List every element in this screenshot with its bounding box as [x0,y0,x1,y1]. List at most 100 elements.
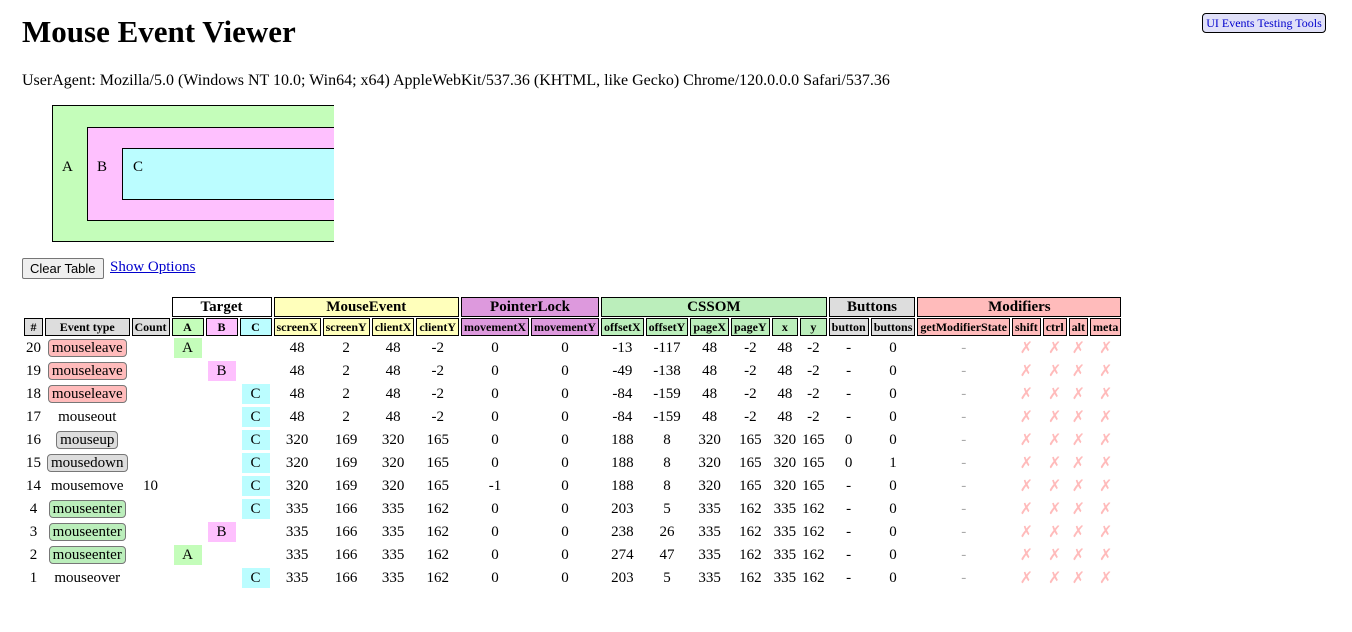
target-marker-c: C [241,499,270,519]
group-header-modifiers: Modifiers [917,297,1122,317]
value-offsety: -159 [653,408,681,425]
modifier-alt: ✗ [1069,544,1088,566]
event-type: mouseup [45,429,130,451]
ui-events-tools-link[interactable]: UI Events Testing Tools [1202,13,1326,33]
modifier-alt: ✗ [1069,498,1088,520]
event-count [132,383,170,405]
group-header-target: Target [171,297,272,317]
value-offsety: 5 [663,569,671,586]
column-header-getmodifierstate: getModifierState [917,318,1011,336]
target-a [172,360,204,382]
value-pagey: 162 [739,500,762,517]
event-number: 3 [29,523,38,540]
value-screeny: 2 [342,362,350,379]
value-buttons: 0 [889,500,897,517]
target-a [172,521,204,543]
modifier-meta: ✗ [1090,498,1121,520]
value-movementx: 0 [491,454,499,471]
event-number: 16 [26,431,41,448]
value-buttons: 0 [889,408,897,425]
target-marker-c: C [241,407,270,427]
modifier-alt: ✗ [1069,337,1088,359]
table-row: 18 mouseleave C 48 2 48 -2 0 0 -84 -159 48 -2 48 -2 - 0 -… [24,383,1121,405]
target-marker-a: A [173,338,202,358]
value-offsety: 47 [659,546,675,563]
meta-x-icon: ✗ [1098,407,1113,426]
meta-x-icon: ✗ [1098,568,1113,587]
value-button: - [846,523,852,540]
modifier-ctrl: ✗ [1043,383,1067,405]
target-marker-c: C [241,476,270,496]
group-header-blank [24,297,170,317]
event-count [132,544,170,566]
value-y: -2 [807,339,820,356]
value-button: - [846,500,852,517]
value-offsetx: 238 [611,523,634,540]
clear-table-button[interactable]: Clear Table [22,258,104,279]
value-y: 165 [802,454,825,471]
column-header-offsety: offsetY [645,318,689,336]
value-movementx: 0 [491,569,499,586]
modifier-ctrl: ✗ [1043,429,1067,451]
column-header-row: # Event type Count A B CscreenX screenY clientX… [24,318,1122,336]
value-movementy: 0 [561,339,569,356]
value-screeny: 169 [334,454,358,471]
target-marker-b: B [207,361,236,381]
event-type-label: mousemove [51,477,124,494]
value-offsetx: 188 [611,431,634,448]
modifier-ctrl: ✗ [1043,452,1067,474]
event-type-label: mouseleave [47,362,127,380]
column-header-event-type: Event type [45,318,130,336]
alt-x-icon: ✗ [1071,361,1086,380]
modifier-shift: ✗ [1012,544,1041,566]
value-y: 162 [802,569,825,586]
user-agent-text: UserAgent: Mozilla/5.0 (Windows NT 10.0;… [22,72,890,89]
value-offsetx: -13 [612,339,633,356]
target-b: B [206,521,238,543]
value-y: -2 [807,362,820,379]
value-pagex: 48 [702,362,718,379]
modifier-ctrl: ✗ [1043,521,1067,543]
value-clientx: 335 [381,569,405,586]
meta-x-icon: ✗ [1098,338,1113,357]
column-header-screeny: screenY [322,318,370,336]
target-c: C [240,567,272,589]
value-buttons: 0 [889,523,897,540]
shift-x-icon: ✗ [1019,384,1034,403]
group-header-cssom: CSSOM [601,297,827,317]
target-a [172,567,204,589]
value-pagey: 165 [739,431,762,448]
value-screeny: 2 [342,339,350,356]
target-b [206,337,238,359]
value-movementy: 0 [561,569,569,586]
value-y: 165 [802,431,825,448]
meta-x-icon: ✗ [1098,476,1113,495]
value-screenx: 320 [285,477,309,494]
show-options-link[interactable]: Show Options [110,259,195,276]
value-pagex: 335 [698,569,721,586]
value-offsetx: -84 [612,408,633,425]
target-c: C [240,383,272,405]
value-x: 320 [773,431,797,448]
value-buttons: 0 [889,569,897,586]
target-a [172,406,204,428]
value-buttons: 0 [889,385,897,402]
event-number: 4 [29,500,38,517]
value-offsety: 5 [663,500,671,517]
value-button: - [846,408,852,425]
value-clienty: 165 [426,431,449,448]
value-pagex: 335 [698,523,721,540]
modifier-shift: ✗ [1012,360,1041,382]
value-buttons: 0 [889,477,897,494]
ctrl-x-icon: ✗ [1047,430,1062,449]
value-button: - [846,477,852,494]
value-getmodifierstate: - [961,385,967,402]
value-screeny: 166 [334,500,358,517]
ctrl-x-icon: ✗ [1047,545,1062,564]
shift-x-icon: ✗ [1019,453,1034,472]
value-movementy: 0 [561,408,569,425]
ctrl-x-icon: ✗ [1047,453,1062,472]
value-button: - [846,339,852,356]
target-box-c[interactable]: C [122,148,334,200]
value-x: 48 [777,408,793,425]
